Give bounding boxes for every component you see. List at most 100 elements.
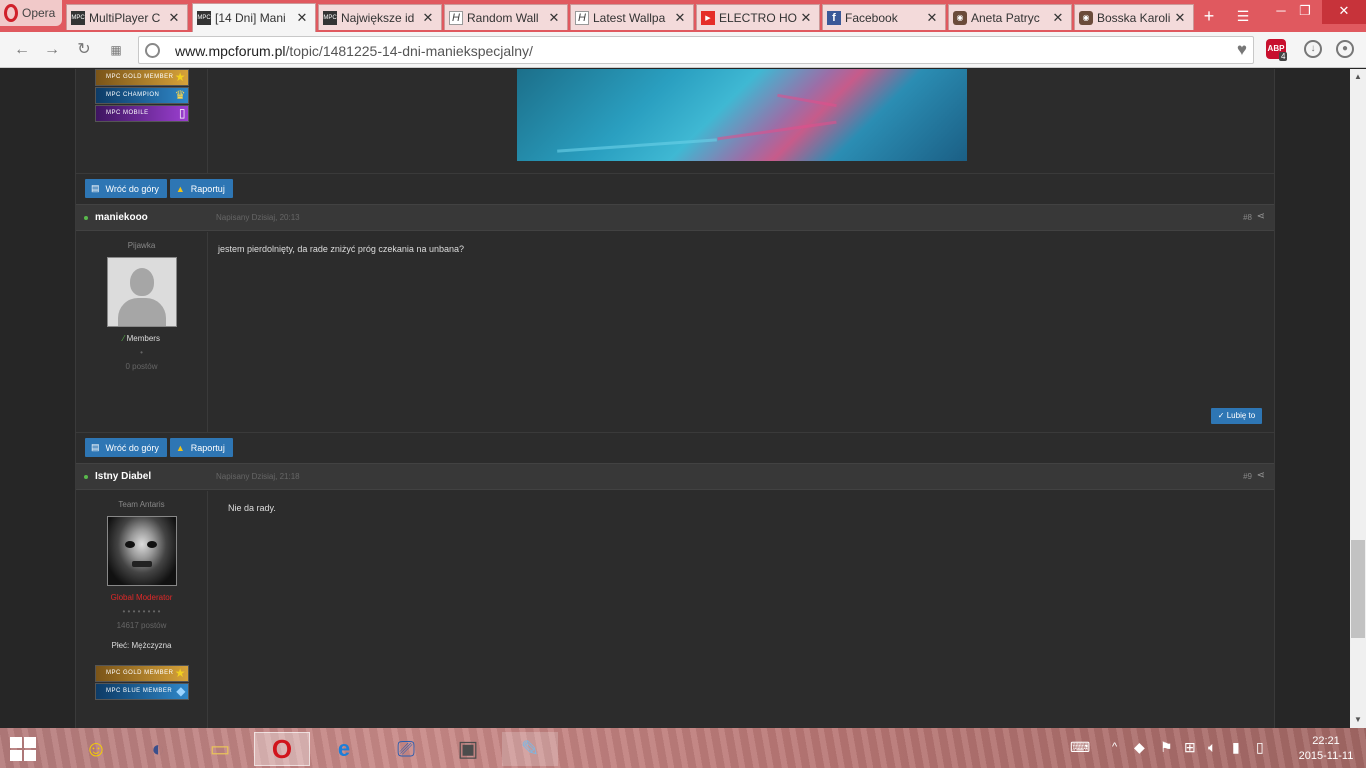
tab-close-icon[interactable]: ✕	[295, 10, 309, 26]
mobile-icon: ▯	[178, 106, 186, 120]
report-button[interactable]: ▲ Raportuj	[169, 438, 233, 457]
windows-tray-icon[interactable]: ⊞	[1184, 739, 1196, 756]
browser-tab-active[interactable]: MPC [14 Dni] Mani ✕	[192, 3, 316, 32]
back-to-top-button[interactable]: ▤ Wróć do góry	[85, 438, 167, 457]
trophy-icon: ♛	[174, 88, 186, 102]
post-date[interactable]: Napisany Dzisiaj, 20:13	[216, 213, 300, 222]
tab-close-icon[interactable]: ✕	[925, 10, 939, 26]
facebook-favicon-icon: f	[827, 10, 841, 25]
post-date[interactable]: Napisany Dzisiaj, 21:18	[216, 472, 300, 481]
browser-tab[interactable]: f Facebook ✕	[822, 4, 946, 30]
restore-icon[interactable]: ❐	[1288, 0, 1322, 24]
default-avatar-icon	[108, 258, 176, 326]
back-to-top-button[interactable]: ▤ Wróć do góry	[85, 179, 167, 198]
keyboard-icon[interactable]: ⌨	[1070, 739, 1090, 756]
network-tool-icon[interactable]: ⎚	[386, 732, 426, 766]
badge-champion: MPC CHAMPION ♛	[95, 87, 189, 104]
page-scrollbar[interactable]: ▲ ▼	[1350, 69, 1366, 728]
like-button[interactable]: ✓ Lubię to	[1211, 408, 1262, 424]
teamspeak-icon[interactable]: ◐	[138, 732, 178, 766]
speed-dial-grid-icon[interactable]: ▦	[104, 38, 128, 62]
browser-tab[interactable]: MPC Największe id ✕	[318, 4, 442, 30]
tab-strip: Opera MPC MultiPlayer C ✕ MPC [14 Dni] M…	[0, 0, 1366, 32]
share-icon[interactable]: ⋖	[1257, 211, 1265, 222]
mpc-favicon-icon: MPC	[71, 10, 85, 25]
post-header: maniekooo Napisany Dzisiaj, 20:13 #8 ⋖	[76, 204, 1274, 231]
close-window-icon[interactable]: ✕	[1322, 0, 1366, 24]
network-signal-icon[interactable]: ▮	[1232, 739, 1240, 756]
share-icon[interactable]: ⋖	[1257, 470, 1265, 481]
divider	[76, 173, 1274, 174]
tab-close-icon[interactable]: ✕	[167, 10, 181, 26]
reload-icon[interactable]: ↻	[72, 38, 96, 62]
file-explorer-icon[interactable]: ▭	[200, 732, 240, 766]
heart-bookmark-icon[interactable]: ♥	[1237, 40, 1247, 60]
document-icon: ▤	[91, 183, 100, 193]
post-actions: ▤ Wróć do góry ▲ Raportuj	[85, 179, 233, 198]
rank-pips: • • • • • • • •	[122, 607, 161, 616]
tray-expand-icon[interactable]: ^	[1112, 741, 1117, 753]
warning-icon: ▲	[175, 183, 185, 194]
forum-posts: MPC GOLD MEMBER ★ MPC CHAMPION ♛ MPC MOBIL…	[75, 69, 1275, 728]
adblock-count-badge: 4	[1279, 52, 1288, 61]
post-number[interactable]: #8	[1243, 213, 1252, 222]
page-content: MPC GOLD MEMBER ★ MPC CHAMPION ♛ MPC MOBIL…	[0, 69, 1350, 728]
tab-close-icon[interactable]: ✕	[799, 10, 813, 26]
star-icon: ★	[174, 70, 186, 84]
avatar[interactable]	[107, 257, 177, 327]
browser-tab[interactable]: ◉ Aneta Patryc ✕	[948, 4, 1072, 30]
report-button[interactable]: ▲ Raportuj	[169, 179, 233, 198]
address-bar[interactable]: www.mpcforum.pl/topic/1481225-14-dni-man…	[138, 36, 1254, 64]
paint-icon[interactable]: ✎	[502, 732, 558, 766]
tab-title: [14 Dni] Mani	[215, 11, 286, 25]
post-author[interactable]: maniekooo	[95, 212, 148, 223]
badge-mobile: MPC MOBILE ▯	[95, 105, 189, 122]
action-center-flag-icon[interactable]: ⚑	[1160, 739, 1173, 756]
tab-close-icon[interactable]: ✕	[1173, 10, 1187, 26]
clock-date: 2015-11-11	[1298, 750, 1354, 762]
browser-tab[interactable]: H Random Wall ✕	[444, 4, 568, 30]
tab-close-icon[interactable]: ✕	[547, 10, 561, 26]
internet-explorer-icon[interactable]: e	[324, 732, 364, 766]
user-profile-icon[interactable]: ●	[1336, 40, 1354, 58]
tab-menu-icon[interactable]: ☰	[1232, 6, 1254, 26]
post-author[interactable]: Istny Diabel	[95, 471, 151, 482]
image-streak	[557, 138, 717, 153]
opera-taskbar-icon[interactable]: O	[254, 732, 310, 766]
battery-icon[interactable]: ▯	[1256, 739, 1264, 756]
forward-arrow-icon[interactable]: →	[40, 38, 64, 62]
lock-app-icon[interactable]: ▣	[448, 732, 488, 766]
tab-close-icon[interactable]: ✕	[673, 10, 687, 26]
opera-menu-button[interactable]: Opera	[0, 0, 62, 26]
user-gender: Płeć: Mężczyzna	[111, 641, 172, 650]
opera-menu-label: Opera	[22, 6, 56, 20]
clock[interactable]: 22:21 2015-11-11	[1296, 734, 1356, 764]
avatar[interactable]	[107, 516, 177, 586]
volume-icon[interactable]: 🔈︎	[1208, 739, 1216, 756]
scroll-down-icon[interactable]: ▼	[1350, 712, 1366, 728]
tab-close-icon[interactable]: ✕	[421, 10, 435, 26]
post-header: Istny Diabel Napisany Dzisiaj, 21:18 #9 …	[76, 463, 1274, 490]
scroll-up-icon[interactable]: ▲	[1350, 69, 1366, 85]
browser-tab[interactable]: H Latest Wallpa ✕	[570, 4, 694, 30]
post-body: Nie da rady.	[228, 503, 276, 513]
scrollbar-thumb[interactable]	[1351, 540, 1365, 638]
tab-title: Aneta Patryc	[971, 10, 1040, 25]
download-icon[interactable]: ↓	[1304, 40, 1322, 58]
new-tab-plus-icon[interactable]: +	[1198, 6, 1220, 26]
back-arrow-icon[interactable]: ←	[10, 38, 34, 62]
start-button-windows-icon[interactable]	[10, 737, 38, 761]
online-status-icon	[84, 475, 88, 479]
browser-tab[interactable]: ◉ Bosska Karoli ✕	[1074, 4, 1194, 30]
drive-icon[interactable]: ◆	[1134, 739, 1145, 756]
smiley-app-icon[interactable]: ☺	[76, 732, 116, 766]
badge-blue-member: MPC BLUE MEMBER ◆	[95, 683, 189, 700]
browser-tab[interactable]: MPC MultiPlayer C ✕	[66, 4, 188, 30]
post-number[interactable]: #9	[1243, 472, 1252, 481]
post-actions: ▤ Wróć do góry ▲ Raportuj	[85, 438, 233, 457]
tab-close-icon[interactable]: ✕	[1051, 10, 1065, 26]
browser-tab[interactable]: ▶ ELECTRO HO ✕	[696, 4, 820, 30]
warning-icon: ▲	[175, 442, 185, 453]
divider	[76, 432, 1274, 433]
tab-title: Latest Wallpa	[593, 10, 666, 25]
